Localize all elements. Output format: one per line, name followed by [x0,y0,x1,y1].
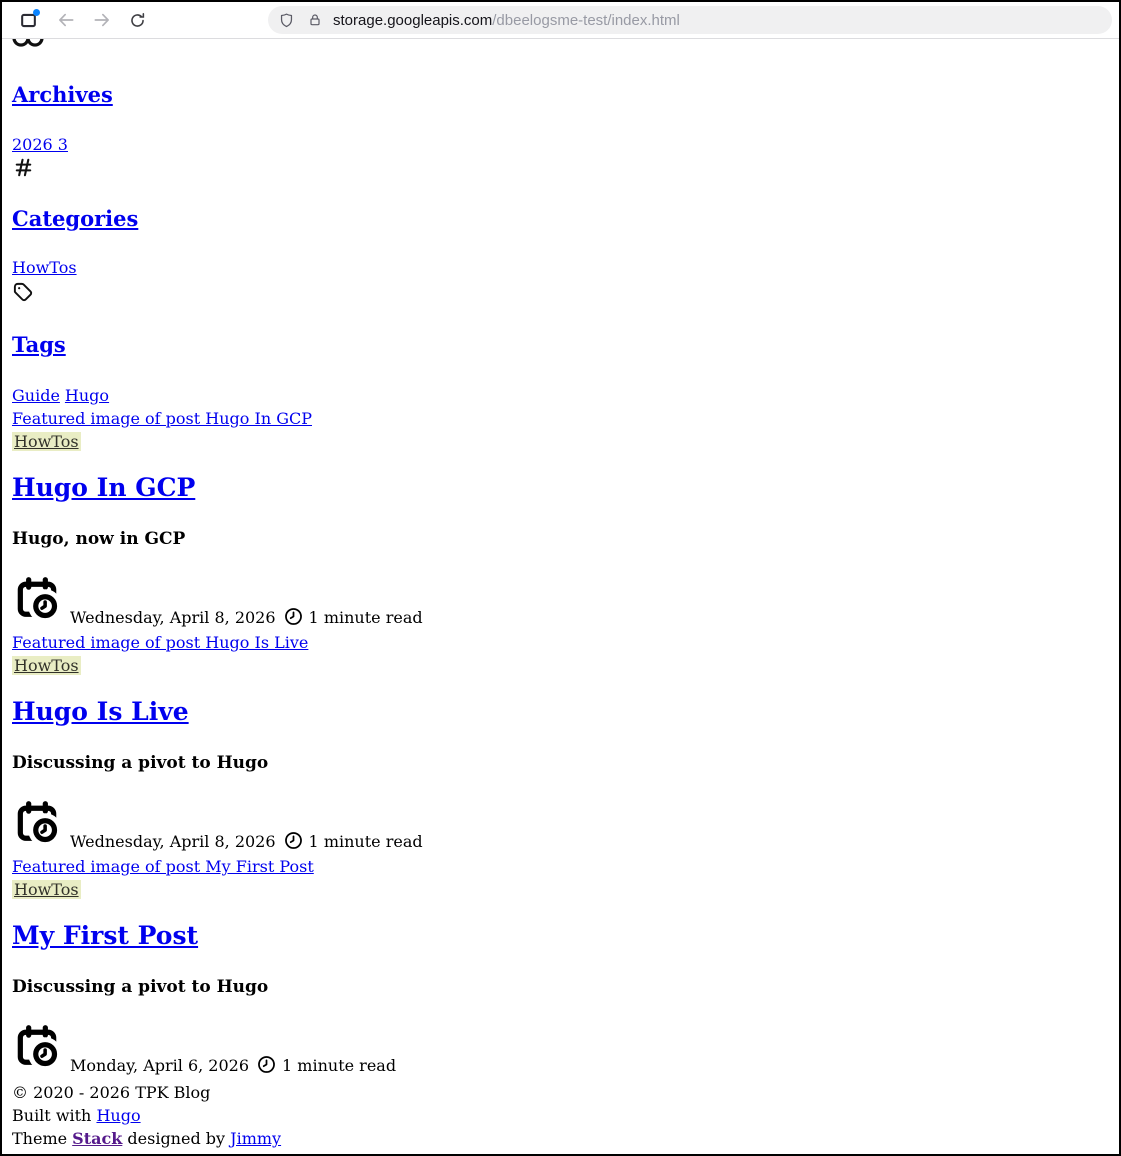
post-subtitle: Discussing a pivot to Hugo [12,751,1119,775]
post-meta: Wednesday, April 8, 2026 1 minute read [12,797,1119,853]
post-title-link[interactable]: My First Post [12,921,198,950]
clock-icon [256,1054,277,1075]
archives-title-link[interactable]: Archives [12,82,113,107]
theme-text: Theme [12,1129,72,1148]
forward-button[interactable] [88,6,116,34]
tags-title-link[interactable]: Tags [12,332,66,357]
reload-icon [128,11,147,30]
featured-image-link[interactable]: Featured image of post My First Post [12,857,314,876]
post-title: Hugo In GCP [12,472,1119,504]
url-domain: storage.googleapis.com [333,12,492,29]
categories-widget-title: Categories [12,205,1119,233]
tag-list: Guide Hugo [12,384,1119,407]
theme-line: Theme Stack designed by Jimmy [12,1127,1119,1150]
archive-item-link[interactable]: 2026 3 [12,135,68,154]
stack-theme-link[interactable]: Stack [72,1129,122,1148]
category-badge[interactable]: HowTos [12,432,81,451]
category-item: HowTos [12,257,1119,279]
featured-image-link[interactable]: Featured image of post Hugo In GCP [12,409,312,428]
post-date: Wednesday, April 8, 2026 [70,608,276,627]
jimmy-link[interactable]: Jimmy [230,1129,281,1148]
archives-widget-title: Archives [12,81,1119,109]
built-with-line: Built with Hugo [12,1104,1119,1127]
tag-icon [12,281,1119,304]
tag-link-guide[interactable]: Guide [12,386,60,405]
tag-link-hugo[interactable]: Hugo [65,386,109,405]
clock-icon [283,830,304,851]
designed-by-text: designed by [122,1129,230,1148]
post-date: Monday, April 6, 2026 [70,1056,249,1075]
url-path: /dbeelogsme-test/index.html [492,12,680,29]
page-content: Archives 2026 3 Categories HowTos Tags G… [2,39,1119,1150]
forward-arrow-icon [92,10,112,30]
calendar-time-icon [12,1021,62,1071]
post-read-time: 1 minute read [309,832,423,851]
calendar-time-icon [12,573,62,623]
post-featured-image-line: Featured image of post Hugo In GCP [12,407,1119,430]
category-item-link[interactable]: HowTos [12,258,77,277]
post-meta: Wednesday, April 8, 2026 1 minute read [12,573,1119,629]
post-subtitle: Hugo, now in GCP [12,527,1119,551]
post-read-time: 1 minute read [282,1056,396,1075]
category-badge[interactable]: HowTos [12,656,81,675]
categories-title-link[interactable]: Categories [12,206,138,231]
featured-image-link[interactable]: Featured image of post Hugo Is Live [12,633,308,652]
site-footer: © 2020 - 2026 TPK Blog Built with Hugo T… [12,1081,1119,1150]
post-title: Hugo Is Live [12,696,1119,728]
reload-button[interactable] [123,6,151,34]
post-subtitle: Discussing a pivot to Hugo [12,975,1119,999]
post-category-line: HowTos [12,430,1119,453]
post-category-line: HowTos [12,878,1119,901]
address-bar[interactable]: storage.googleapis.com/dbeelogsme-test/i… [268,6,1112,34]
copyright-text: © 2020 - 2026 TPK Blog [12,1081,1119,1104]
archive-item: 2026 3 [12,134,1119,156]
category-badge[interactable]: HowTos [12,880,81,899]
url-text: storage.googleapis.com/dbeelogsme-test/i… [333,12,680,29]
post-title: My First Post [12,920,1119,952]
tab-icon[interactable] [14,6,42,34]
post-meta: Monday, April 6, 2026 1 minute read [12,1021,1119,1077]
built-with-text: Built with [12,1106,96,1125]
calendar-time-icon [12,797,62,847]
hugo-link[interactable]: Hugo [96,1106,140,1125]
back-arrow-icon [56,10,76,30]
hash-icon [12,156,1119,180]
post-read-time: 1 minute read [309,608,423,627]
post-meta-text: Wednesday, April 8, 2026 1 minute read [70,606,423,629]
infinity-icon [12,39,46,47]
shield-icon [278,12,295,29]
lock-icon [307,12,323,28]
post-meta-text: Wednesday, April 8, 2026 1 minute read [70,830,423,853]
post-featured-image-line: Featured image of post Hugo Is Live [12,631,1119,654]
clock-icon [283,606,304,627]
tab-notification-dot [33,9,40,16]
browser-toolbar: storage.googleapis.com/dbeelogsme-test/i… [2,2,1119,39]
post-category-line: HowTos [12,654,1119,677]
back-button[interactable] [52,6,80,34]
post-featured-image-line: Featured image of post My First Post [12,855,1119,878]
post-date: Wednesday, April 8, 2026 [70,832,276,851]
post-title-link[interactable]: Hugo In GCP [12,473,195,502]
tags-widget-title: Tags [12,331,1119,359]
post-meta-text: Monday, April 6, 2026 1 minute read [70,1054,396,1077]
post-title-link[interactable]: Hugo Is Live [12,697,189,726]
browser-window: storage.googleapis.com/dbeelogsme-test/i… [0,0,1121,1156]
